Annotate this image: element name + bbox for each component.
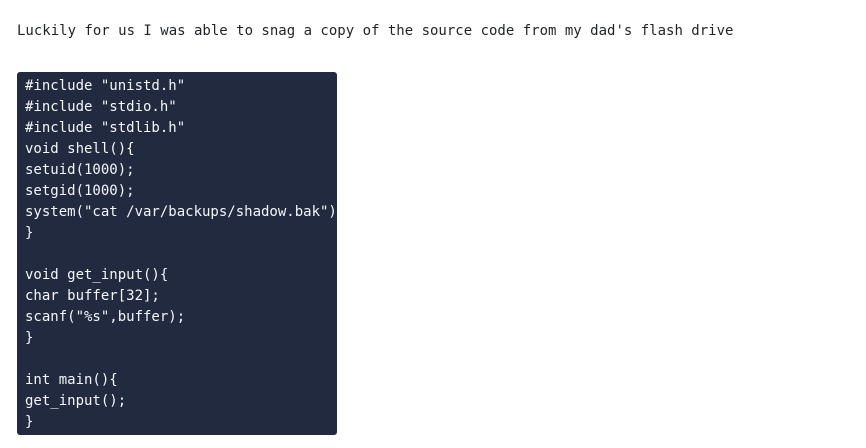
code-line: scanf("%s",buffer); (25, 309, 186, 325)
code-line: } (25, 414, 34, 430)
code-line: } (25, 330, 34, 346)
code-line: #include "stdlib.h" (25, 120, 186, 136)
code-line: char buffer[32]; (25, 288, 160, 304)
code-line: setuid(1000); (25, 162, 135, 178)
code-line: } (25, 225, 34, 241)
code-line: #include "unistd.h" (25, 78, 186, 94)
code-line: setgid(1000); (25, 183, 135, 199)
code-line: #include "stdio.h" (25, 99, 177, 115)
code-line: get_input(); (25, 393, 127, 409)
code-line: void get_input(){ (25, 267, 169, 283)
code-line: void shell(){ (25, 141, 135, 157)
code-line: int main(){ (25, 372, 118, 388)
source-code-block: #include "unistd.h" #include "stdio.h" #in… (17, 72, 337, 435)
source-code: #include "unistd.h" #include "stdio.h" #in… (25, 76, 337, 433)
intro-paragraph: Luckily for us I was able to snag a copy… (17, 23, 734, 39)
code-line: system("cat /var/backups/shadow.bak"); (25, 204, 337, 220)
